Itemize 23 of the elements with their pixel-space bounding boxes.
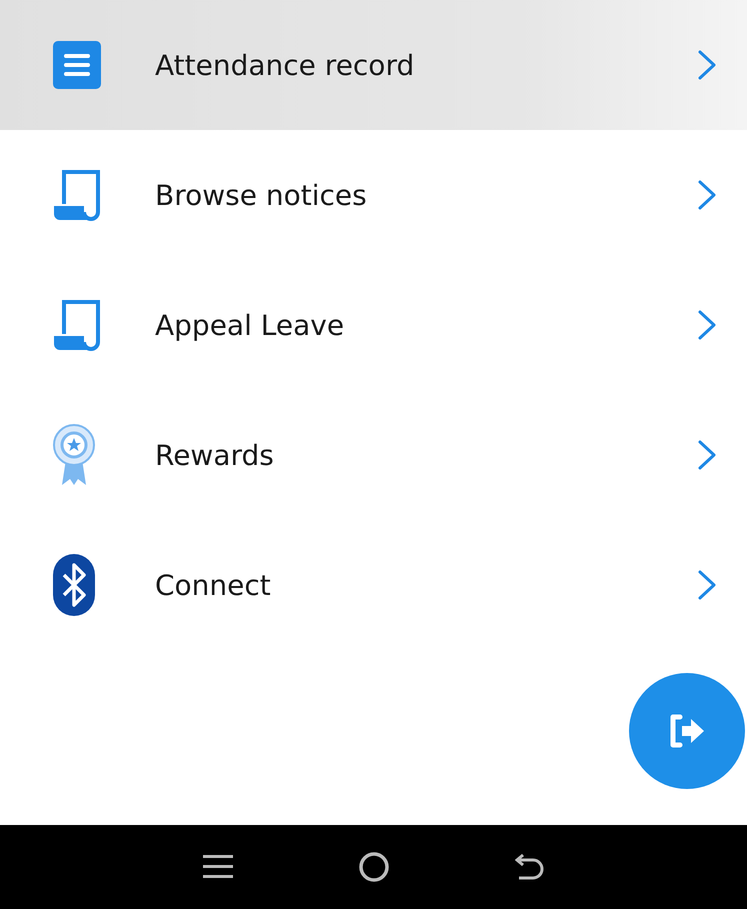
menu-item[interactable]: Attendance record	[0, 0, 747, 130]
chevron-right-icon	[697, 439, 717, 471]
menu-icon[interactable]	[202, 854, 232, 880]
scroll-icon	[52, 168, 102, 222]
menu-label: Attendance record	[155, 48, 416, 82]
menu-label: Browse notices	[155, 178, 368, 212]
menu-label: Connect	[155, 568, 272, 602]
home-icon[interactable]	[358, 851, 390, 883]
logout-icon	[668, 714, 706, 748]
award-icon	[52, 423, 96, 487]
scroll-icon	[52, 298, 102, 352]
chevron-right-icon	[697, 309, 717, 341]
menu-item[interactable]: Rewards	[0, 390, 747, 520]
menu-label: Rewards	[155, 438, 275, 472]
menu-label: Appeal Leave	[155, 308, 346, 342]
chevron-right-icon	[697, 49, 717, 81]
chevron-right-icon	[697, 569, 717, 601]
document-icon	[52, 40, 102, 90]
menu-item[interactable]: Browse notices	[0, 130, 747, 260]
menu-item[interactable]: Appeal Leave	[0, 260, 747, 390]
menu-item[interactable]: Connect	[0, 520, 747, 650]
chevron-right-icon	[697, 179, 717, 211]
back-icon[interactable]	[514, 853, 544, 881]
